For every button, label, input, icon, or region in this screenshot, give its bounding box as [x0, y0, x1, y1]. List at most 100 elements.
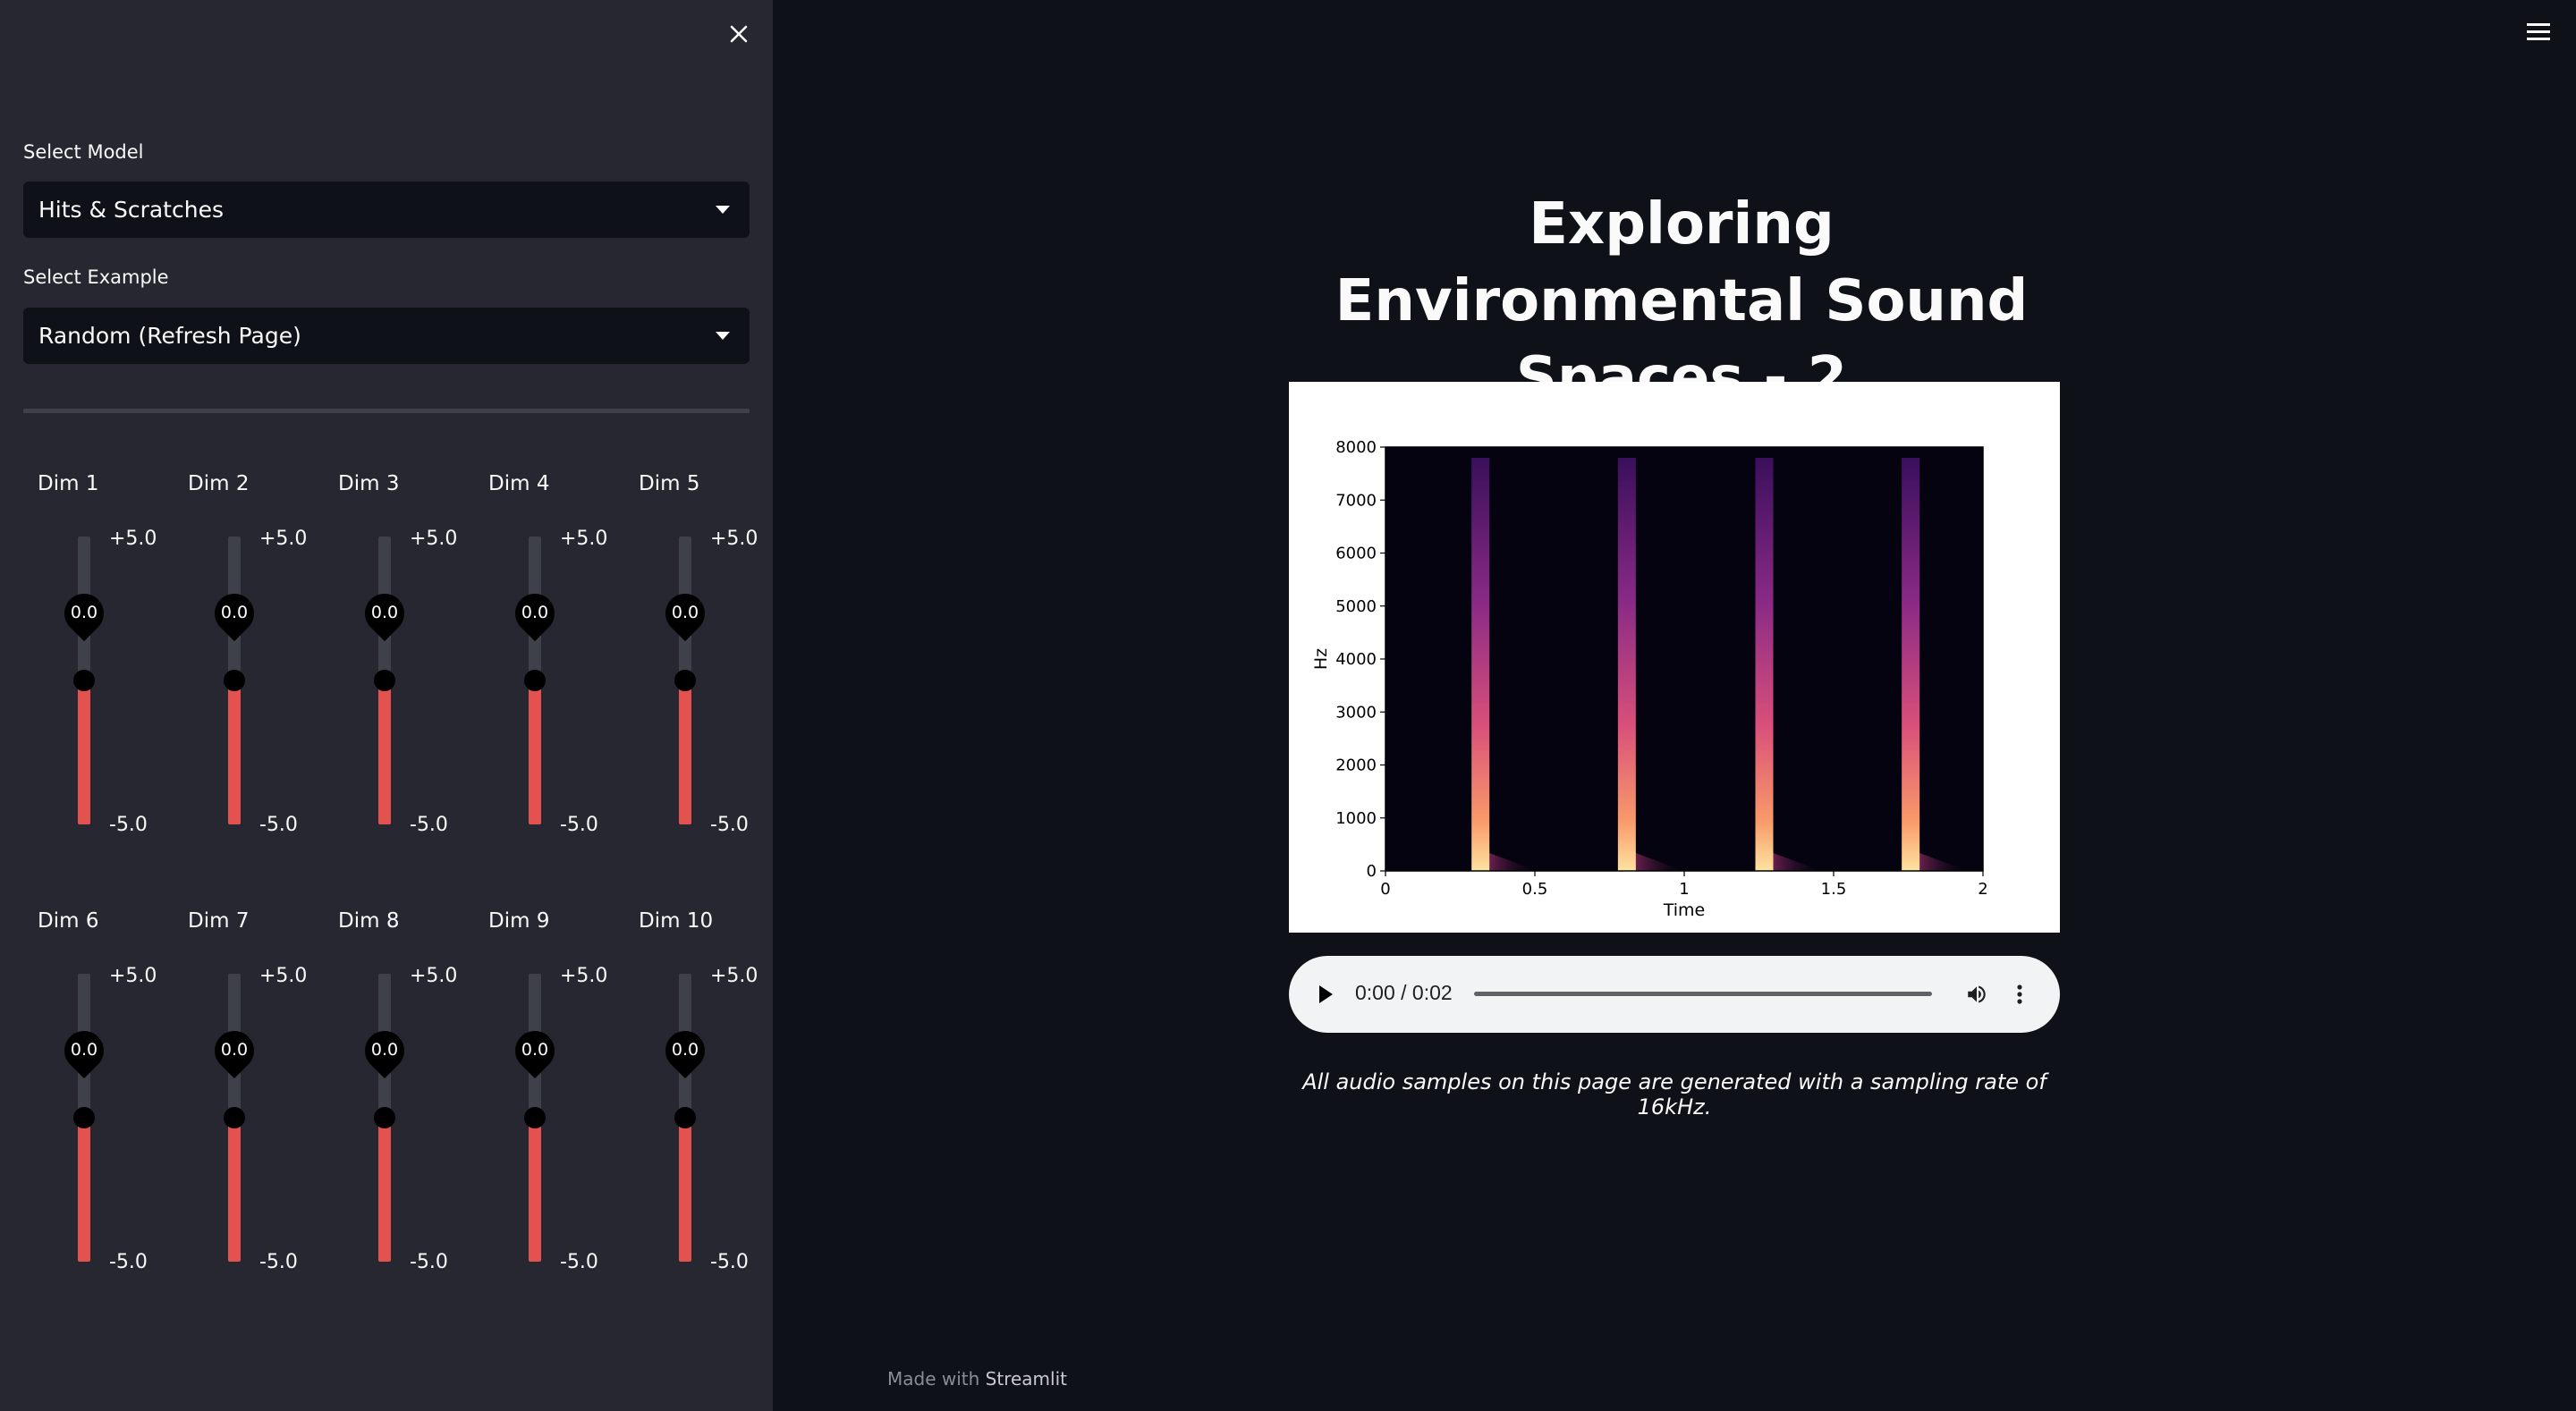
y-tick-label: 5000 — [1335, 597, 1377, 616]
x-tick-label: 0.5 — [1522, 880, 1548, 899]
y-tick-label: 7000 — [1335, 491, 1377, 510]
hamburger-icon-bar — [2527, 38, 2550, 40]
slider-max-label: +5.0 — [259, 965, 308, 987]
footer-prefix: Made with — [887, 1368, 980, 1390]
y-tick-label: 1000 — [1335, 809, 1377, 828]
divider — [23, 409, 750, 413]
onset-band-2 — [1617, 458, 1636, 871]
slider-max-label: +5.0 — [560, 965, 608, 987]
slider-max-label: +5.0 — [710, 528, 758, 550]
slider-label: Dim 4 — [488, 472, 550, 495]
y-tick-label: 4000 — [1335, 650, 1377, 669]
main-menu-button[interactable] — [2527, 21, 2555, 43]
slider-dim-3[interactable]: Dim 3 +5.0 -5.0 0.0 — [338, 472, 458, 836]
slider-min-label: -5.0 — [710, 814, 749, 836]
x-tick-label: 1.5 — [1821, 880, 1847, 899]
slider-dim-2[interactable]: Dim 2 +5.0 -5.0 0.0 — [188, 472, 307, 836]
onset-band-4 — [1902, 458, 1920, 871]
slider-max-label: +5.0 — [109, 528, 157, 550]
slider-max-label: +5.0 — [560, 528, 608, 550]
slider-label: Dim 1 — [38, 472, 99, 495]
slider-thumb[interactable] — [224, 670, 245, 691]
slider-thumb[interactable] — [224, 1107, 245, 1128]
slider-dim-5[interactable]: Dim 5 +5.0 -5.0 0.0 — [639, 472, 758, 836]
slider-dim-10[interactable]: Dim 10 +5.0 -5.0 0.0 — [639, 909, 758, 1273]
slider-dim-9[interactable]: Dim 9 +5.0 -5.0 0.0 — [488, 909, 608, 1273]
slider-label: Dim 3 — [338, 472, 400, 495]
slider-min-label: -5.0 — [410, 1251, 448, 1273]
close-sidebar-button[interactable] — [723, 18, 755, 50]
volume-icon[interactable] — [1965, 983, 1988, 1006]
slider-track[interactable]: 0.0 — [206, 974, 263, 1262]
slider-thumb[interactable] — [674, 1107, 696, 1128]
model-select-value: Hits & Scratches — [38, 197, 224, 223]
hamburger-icon — [2527, 23, 2550, 26]
more-options-icon[interactable] — [2015, 983, 2024, 1006]
x-tick-label: 0 — [1380, 880, 1390, 899]
slider-value: 0.0 — [521, 603, 549, 622]
slider-dim-8[interactable]: Dim 8 +5.0 -5.0 0.0 — [338, 909, 458, 1273]
slider-value: 0.0 — [370, 603, 399, 622]
slider-fill — [529, 680, 541, 824]
slider-fill — [228, 1118, 241, 1262]
slider-max-label: +5.0 — [710, 965, 758, 987]
slider-track[interactable]: 0.0 — [206, 537, 263, 824]
slider-max-label: +5.0 — [410, 965, 458, 987]
slider-max-label: +5.0 — [410, 528, 458, 550]
spectrogram-chart: 0 0.5 1 1.5 2 0 1000 2000 3000 4000 5000 6000 7000 80… — [1289, 382, 2060, 933]
slider-thumb[interactable] — [524, 1107, 546, 1128]
audio-time: 0:00 / 0:02 — [1355, 981, 1453, 1004]
slider-max-label: +5.0 — [109, 965, 157, 987]
slider-track[interactable]: 0.0 — [506, 974, 564, 1262]
slider-value: 0.0 — [671, 1040, 699, 1060]
onset-band-1 — [1471, 458, 1490, 871]
sampling-rate-caption: All audio samples on this page are gener… — [1302, 1069, 2046, 1120]
sidebar: Select Model Hits & Scratches Select Exa… — [0, 0, 773, 1411]
audio-player[interactable]: 0:00 / 0:02 — [1289, 956, 2060, 1033]
example-select[interactable]: Random (Refresh Page) — [23, 308, 750, 364]
slider-value: 0.0 — [370, 1040, 399, 1060]
y-tick-label: 0 — [1367, 862, 1377, 881]
y-axis-label: Hz — [1311, 648, 1331, 670]
slider-track[interactable]: 0.0 — [506, 537, 564, 824]
slider-dim-4[interactable]: Dim 4 +5.0 -5.0 0.0 — [488, 472, 608, 836]
slider-dim-6[interactable]: Dim 6 +5.0 -5.0 0.0 — [38, 909, 157, 1273]
slider-dim-1[interactable]: Dim 1 +5.0 -5.0 0.0 — [38, 472, 157, 836]
slider-thumb[interactable] — [374, 1107, 395, 1128]
slider-dim-7[interactable]: Dim 7 +5.0 -5.0 0.0 — [188, 909, 308, 1273]
slider-min-label: -5.0 — [560, 1251, 598, 1273]
slider-value: 0.0 — [70, 1040, 98, 1060]
slider-value: 0.0 — [220, 603, 249, 622]
slider-fill — [378, 1118, 391, 1262]
slider-fill — [529, 1118, 541, 1262]
chevron-down-icon — [716, 206, 730, 214]
slider-value: 0.0 — [521, 1040, 549, 1060]
slider-thumb[interactable] — [73, 1107, 95, 1128]
slider-thumb[interactable] — [73, 670, 95, 691]
audio-progress-bar[interactable] — [1474, 992, 1932, 996]
slider-thumb[interactable] — [524, 670, 546, 691]
play-icon[interactable] — [1319, 985, 1333, 1003]
slider-fill — [228, 680, 241, 824]
example-select-label: Select Example — [23, 266, 169, 288]
example-select-value: Random (Refresh Page) — [38, 323, 301, 349]
slider-track[interactable]: 0.0 — [356, 974, 413, 1262]
slider-track[interactable]: 0.0 — [55, 537, 113, 824]
slider-fill — [378, 680, 391, 824]
y-tick-label: 2000 — [1335, 756, 1377, 775]
slider-thumb[interactable] — [674, 670, 696, 691]
slider-track[interactable]: 0.0 — [657, 537, 714, 824]
model-select[interactable]: Hits & Scratches — [23, 182, 750, 238]
x-tick-label: 2 — [1978, 880, 1987, 899]
slider-thumb[interactable] — [374, 670, 395, 691]
slider-value: 0.0 — [220, 1040, 249, 1060]
hamburger-icon-bar — [2527, 30, 2550, 33]
slider-track[interactable]: 0.0 — [356, 537, 413, 824]
streamlit-link[interactable]: Streamlit — [986, 1368, 1067, 1390]
slider-track[interactable]: 0.0 — [55, 974, 113, 1262]
x-tick-label: 1 — [1679, 880, 1689, 899]
slider-min-label: -5.0 — [259, 814, 298, 836]
slider-track[interactable]: 0.0 — [657, 974, 714, 1262]
chevron-down-icon — [716, 332, 730, 340]
slider-label: Dim 5 — [639, 472, 700, 495]
